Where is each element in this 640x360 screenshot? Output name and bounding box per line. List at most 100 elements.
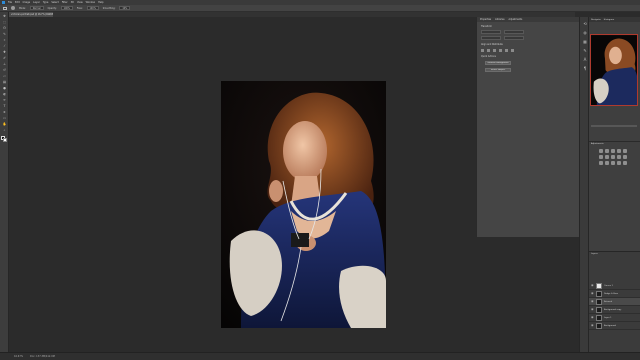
crop-icon[interactable]: ⌗ [2, 38, 7, 42]
mode-label: Mode: [19, 6, 26, 10]
levels-icon[interactable] [605, 149, 609, 153]
portrait-image[interactable] [221, 81, 386, 328]
marquee-icon[interactable]: ⬚ [2, 20, 7, 24]
align-left-icon[interactable] [481, 49, 484, 52]
visibility-eye-icon[interactable]: ◉ [591, 292, 594, 295]
width-field[interactable] [481, 30, 501, 34]
pen-icon[interactable]: ✒ [2, 98, 7, 102]
history-icon[interactable]: ⟲ [582, 21, 588, 27]
black-white-icon[interactable] [611, 155, 615, 159]
gradient-icon[interactable]: ▤ [2, 80, 7, 84]
exposure-icon[interactable] [617, 149, 621, 153]
blur-icon[interactable]: ● [2, 86, 7, 90]
healing-icon[interactable]: ✚ [2, 50, 7, 54]
smoothing-field[interactable]: 10% [119, 6, 131, 10]
status-bar: 16.67% Doc: 137.3M/412.0M [0, 352, 640, 360]
path-select-icon[interactable]: ➤ [2, 110, 7, 114]
layer-name: Layer 1 [604, 317, 612, 319]
navigator-thumbnail[interactable] [590, 34, 638, 106]
color-balance-icon[interactable] [605, 155, 609, 159]
brush-icon[interactable]: ✐ [2, 56, 7, 60]
layer-thumbnail [596, 291, 602, 297]
layer-row[interactable]: ◉ Background copy [589, 306, 640, 314]
layer-row[interactable]: ◉ Dodge & Burn [589, 290, 640, 298]
selective-color-icon[interactable] [623, 161, 627, 165]
flow-field[interactable]: 100% [86, 6, 99, 10]
clone-stamp-icon[interactable]: ⊥ [2, 62, 7, 66]
zoom-icon[interactable]: ⌕ [2, 128, 7, 132]
tab-properties[interactable]: Properties [480, 18, 491, 21]
layer-thumbnail [596, 283, 602, 289]
color-icon[interactable]: ◍ [582, 30, 588, 36]
align-center-icon[interactable] [487, 49, 490, 52]
eyedropper-icon[interactable]: ⁄ [2, 44, 7, 48]
layer-name: Retouch [604, 301, 613, 303]
eraser-icon[interactable]: ▱ [2, 74, 7, 78]
hand-icon[interactable]: ✋ [2, 122, 7, 126]
tab-navigator[interactable]: Navigator [591, 19, 601, 21]
history-brush-icon[interactable]: ↺ [2, 68, 7, 72]
tab-adjustments[interactable]: Adjustments [509, 18, 523, 21]
right-panels: Navigator Histogram Adjustments Layers ◉… [589, 17, 640, 352]
transform-fields-row2 [477, 36, 579, 40]
align-middle-icon[interactable] [505, 49, 508, 52]
mode-select[interactable]: Normal [29, 6, 44, 10]
layer-row-selected[interactable]: ◉ Retouch [589, 298, 640, 306]
select-subject-button[interactable]: Select Subject [485, 68, 511, 72]
visibility-eye-icon[interactable]: ◉ [591, 308, 594, 311]
layers-title: Layers [591, 253, 598, 255]
swatches-icon[interactable]: ▦ [582, 39, 588, 45]
brightness-contrast-icon[interactable] [599, 149, 603, 153]
opacity-field[interactable]: 100% [60, 6, 73, 10]
posterize-icon[interactable] [605, 161, 609, 165]
layer-name: Curves 1 [604, 285, 613, 287]
height-field[interactable] [504, 30, 524, 34]
align-right-icon[interactable] [493, 49, 496, 52]
channel-mixer-icon[interactable] [623, 155, 627, 159]
visibility-eye-icon[interactable]: ◉ [591, 324, 594, 327]
options-bar: Mode: Normal Opacity: 100% Flow: 100% Sm… [0, 5, 640, 12]
remove-background-button[interactable]: Remove Background [485, 61, 511, 65]
align-section-title: Align and Distribute [481, 43, 503, 46]
rectangle-icon[interactable]: ▭ [2, 116, 7, 120]
ps-logo-icon[interactable] [2, 1, 5, 4]
zoom-level[interactable]: 16.67% [14, 355, 23, 358]
type-icon[interactable]: T [2, 104, 7, 108]
threshold-icon[interactable] [611, 161, 615, 165]
background-color-swatch[interactable] [3, 138, 7, 142]
quick-select-icon[interactable]: ✎ [2, 32, 7, 36]
visibility-eye-icon[interactable]: ◉ [591, 284, 594, 287]
y-field[interactable] [504, 36, 524, 40]
vibrance-icon[interactable] [623, 149, 627, 153]
x-field[interactable] [481, 36, 501, 40]
dodge-icon[interactable]: ◐ [2, 92, 7, 96]
layer-name: Dodge & Burn [604, 293, 619, 295]
character-icon[interactable]: A [582, 57, 588, 63]
properties-panel: Properties Libraries Adjustments Transfo… [476, 17, 579, 237]
layer-row[interactable]: ◉ Curves 1 [589, 282, 640, 290]
visibility-eye-icon[interactable]: ◉ [591, 316, 594, 319]
quick-actions-title: Quick Actions [481, 55, 496, 58]
brush-settings-icon[interactable]: ✎ [582, 48, 588, 54]
opacity-label: Opacity: [47, 6, 57, 10]
tab-libraries[interactable]: Libraries [495, 18, 504, 21]
align-top-icon[interactable] [499, 49, 502, 52]
invert-icon[interactable] [599, 161, 603, 165]
brush-preset-icon[interactable] [11, 6, 15, 10]
visibility-eye-icon[interactable]: ◉ [591, 300, 594, 303]
layer-row[interactable]: ◉ Background [589, 322, 640, 330]
paragraph-icon[interactable]: ¶ [582, 66, 588, 72]
move-icon[interactable]: ✥ [2, 14, 7, 18]
lasso-icon[interactable]: ʘ [2, 26, 7, 30]
home-icon[interactable] [3, 6, 7, 10]
curves-icon[interactable] [611, 149, 615, 153]
layer-row[interactable]: ◉ Layer 1 [589, 314, 640, 322]
layer-thumbnail [596, 307, 602, 313]
hue-saturation-icon[interactable] [599, 155, 603, 159]
tab-histogram[interactable]: Histogram [604, 19, 614, 21]
layer-name: Background copy [604, 309, 622, 311]
navigator-zoom-slider[interactable] [591, 125, 637, 127]
gradient-map-icon[interactable] [617, 161, 621, 165]
photo-filter-icon[interactable] [617, 155, 621, 159]
align-bottom-icon[interactable] [511, 49, 514, 52]
